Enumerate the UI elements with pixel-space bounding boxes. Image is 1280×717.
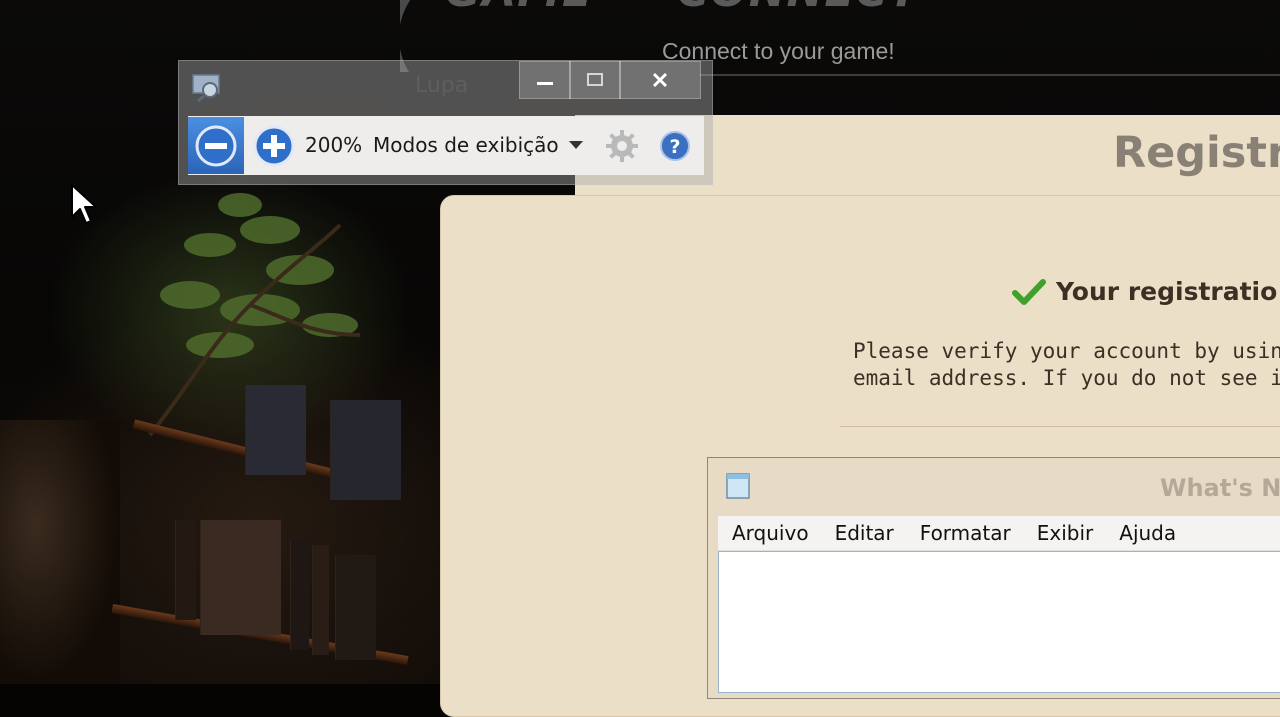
menu-editar[interactable]: Editar (822, 521, 907, 545)
chevron-down-icon[interactable] (569, 141, 583, 149)
notepad-title: What's N (1160, 474, 1280, 502)
registration-success: Your registratio (1012, 277, 1277, 306)
verify-line-1: Please verify your account by using (853, 339, 1280, 363)
notepad-menubar: Arquivo Editar Formatar Exibir Ajuda (718, 516, 1280, 551)
svg-text:?: ? (669, 136, 680, 158)
content-divider (840, 426, 1280, 427)
menu-ajuda[interactable]: Ajuda (1106, 521, 1189, 545)
magnifier-app-icon (192, 74, 220, 102)
verify-instructions: Please verify your account by using emai… (853, 338, 1280, 392)
notepad-icon (726, 473, 750, 499)
menu-exibir[interactable]: Exibir (1024, 521, 1107, 545)
zoom-out-button[interactable] (188, 117, 244, 174)
book (290, 540, 309, 650)
logo-word-game: GAME (445, 0, 593, 17)
header-divider (700, 74, 1280, 76)
logo-word-connect: CONNECT (677, 0, 920, 17)
zoom-level: 200% (305, 133, 363, 157)
checkmark-icon (1012, 278, 1046, 305)
book (312, 545, 329, 655)
book (175, 520, 196, 620)
views-dropdown[interactable]: Modos de exibição (373, 133, 559, 157)
book (200, 520, 281, 635)
close-icon (652, 72, 668, 88)
verify-line-2: email address. If you do not see it, (853, 366, 1280, 390)
zoom-in-icon (253, 125, 295, 166)
close-button[interactable] (619, 61, 701, 99)
zoom-in-button[interactable] (246, 117, 302, 174)
page-title: Registr (1113, 128, 1280, 178)
zoom-out-icon (195, 125, 237, 166)
minimize-icon (537, 82, 553, 85)
gear-icon[interactable] (605, 129, 639, 163)
notepad-text-area[interactable] (718, 551, 1280, 693)
mouse-cursor-icon (71, 184, 97, 224)
menu-arquivo[interactable]: Arquivo (718, 521, 822, 545)
maximize-icon (587, 73, 603, 86)
maximize-button[interactable] (569, 61, 621, 99)
book (330, 400, 401, 500)
book (245, 385, 306, 475)
menu-formatar[interactable]: Formatar (907, 521, 1024, 545)
magnifier-title: Lupa (415, 73, 469, 98)
success-message: Your registratio (1056, 277, 1278, 306)
tree-trunk (0, 420, 120, 684)
minimize-button[interactable] (519, 61, 571, 99)
help-icon[interactable]: ? (659, 130, 691, 162)
book (335, 555, 376, 660)
